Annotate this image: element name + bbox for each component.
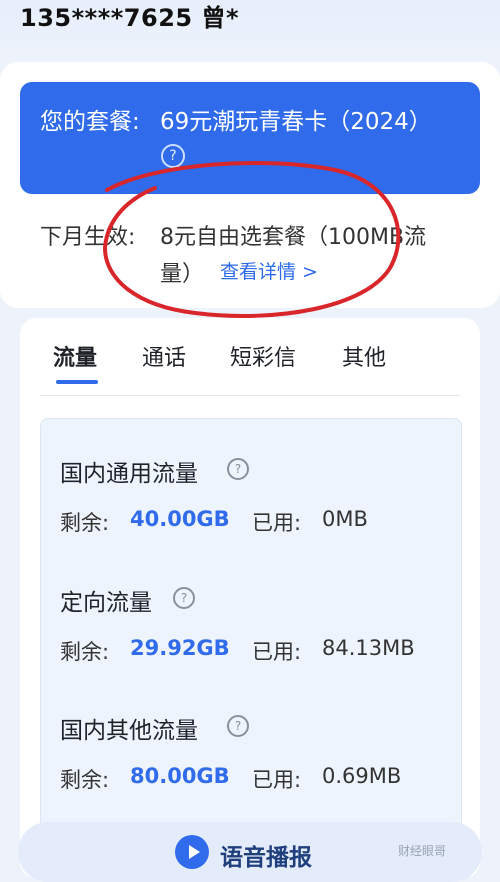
remaining-value: 80.00GB: [130, 764, 230, 788]
remaining-label: 剩余:: [60, 768, 110, 792]
used-label: 已用:: [252, 768, 302, 792]
question-circle-icon[interactable]: ?: [161, 144, 185, 168]
question-circle-icon[interactable]: ?: [173, 587, 195, 609]
section-title-other: 国内其他流量: [60, 718, 198, 744]
play-triangle: [189, 845, 200, 859]
plan-label: 您的套餐:: [40, 109, 140, 135]
section-title-domestic: 国内通用流量: [60, 461, 198, 487]
tab-calls[interactable]: 通话: [142, 340, 186, 372]
remaining-label: 剩余:: [60, 511, 110, 535]
watermark: 财经眼哥: [398, 844, 447, 858]
remaining-value: 40.00GB: [130, 507, 230, 531]
section-title-targeted: 定向流量: [60, 590, 152, 616]
used-value: 84.13MB: [322, 636, 415, 660]
next-month-plan-cont: 量）: [160, 262, 205, 287]
phone-number: 135****7625 曾*: [20, 4, 240, 32]
active-tab-indicator: [56, 380, 98, 384]
question-circle-icon[interactable]: ?: [227, 715, 249, 737]
plan-name: 69元潮玩青春卡（2024）: [160, 109, 432, 135]
tab-messages[interactable]: 短彩信: [230, 340, 296, 372]
remaining-value: 29.92GB: [130, 636, 230, 660]
view-details-link[interactable]: 查看详情 >: [220, 257, 318, 284]
used-value: 0MB: [322, 507, 368, 531]
current-plan-box: 您的套餐: 69元潮玩青春卡（2024） ?: [20, 82, 480, 194]
tab-other[interactable]: 其他: [342, 340, 386, 372]
tab-data[interactable]: 流量: [53, 340, 97, 372]
question-circle-icon[interactable]: ?: [227, 458, 249, 480]
next-month-plan: 8元自由选套餐（100MB流: [160, 225, 427, 250]
next-month-label: 下月生效:: [40, 225, 136, 250]
used-value: 0.69MB: [322, 764, 402, 788]
used-label: 已用:: [252, 511, 302, 535]
used-label: 已用:: [252, 640, 302, 664]
remaining-label: 剩余:: [60, 640, 110, 664]
voice-broadcast-label[interactable]: 语音播报: [220, 838, 312, 872]
tab-divider: [40, 395, 460, 396]
